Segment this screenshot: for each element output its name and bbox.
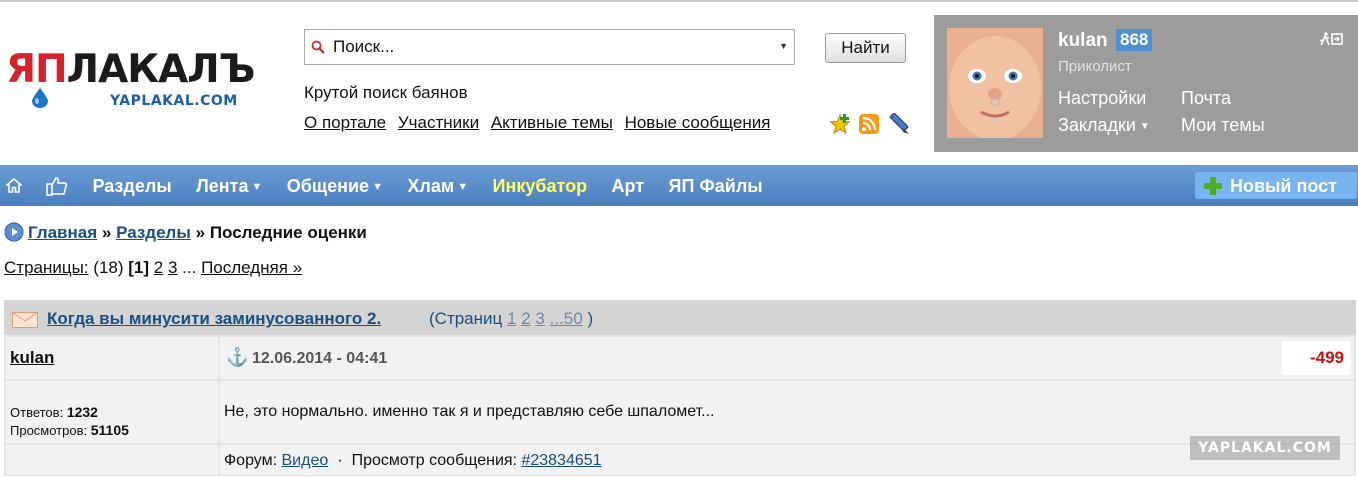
- logo-text: ЯПЛАКАЛЪ: [6, 47, 255, 92]
- logo-drop-icon: [32, 88, 48, 108]
- nav-communication[interactable]: Общение ▼: [287, 165, 383, 206]
- link-members[interactable]: Участники: [398, 113, 479, 132]
- link-new-messages[interactable]: Новые сообщения: [625, 113, 771, 132]
- top-links: О портале Участники Активные темы Новые …: [304, 113, 786, 137]
- nav-feed[interactable]: Лента ▼: [196, 165, 262, 206]
- anchor-icon[interactable]: ⚓: [226, 347, 248, 368]
- nav-art[interactable]: Арт: [612, 165, 645, 206]
- author-cell: kulan: [6, 337, 218, 379]
- footer-left: [6, 445, 218, 475]
- search-button[interactable]: Найти: [825, 33, 906, 63]
- search-input[interactable]: [333, 37, 773, 57]
- nav-junk[interactable]: Хлам ▼: [407, 165, 468, 206]
- search-slogan: Крутой поиск баянов: [304, 83, 468, 102]
- footer-separator: ·: [337, 452, 343, 469]
- rss-icon[interactable]: [859, 114, 880, 139]
- link-about[interactable]: О портале: [304, 113, 386, 132]
- watermark: YAPLAKAL.COM: [1190, 436, 1340, 460]
- site-logo[interactable]: ЯПЛАКАЛЪ YAPLAKAL.COM: [6, 48, 276, 118]
- avatar[interactable]: [947, 28, 1043, 138]
- chevron-down-icon: ▼: [457, 181, 469, 193]
- topic-page-2[interactable]: 2: [521, 309, 530, 328]
- karma-badge: 868: [1116, 29, 1153, 51]
- replies-stat: Ответов: 1232: [10, 404, 98, 420]
- topic-page-3[interactable]: 3: [535, 309, 544, 328]
- page-2[interactable]: 2: [154, 258, 163, 277]
- post-footer: Форум: Видео · Просмотр сообщения: #238346…: [220, 445, 1354, 475]
- envelope-icon: [12, 312, 38, 328]
- breadcrumb: Главная » Разделы » Последние оценки: [4, 222, 367, 243]
- breadcrumb-separator: »: [195, 223, 206, 242]
- page-3[interactable]: 3: [168, 258, 177, 277]
- settings-link[interactable]: Настройки: [1058, 88, 1146, 109]
- breadcrumb-home[interactable]: Главная: [28, 223, 97, 242]
- post-author[interactable]: kulan: [10, 348, 54, 368]
- last-page[interactable]: Последняя »: [201, 258, 302, 277]
- user-rank: Приколист: [1058, 58, 1132, 75]
- post-text: Не, это нормально. именно так я и предст…: [224, 403, 715, 420]
- forum-link[interactable]: Видео: [282, 452, 329, 469]
- current-page: [1]: [128, 258, 150, 277]
- view-message-label: Просмотр сообщения:: [351, 452, 517, 469]
- chevron-down-icon: ▼: [251, 181, 263, 193]
- new-post-button[interactable]: Новый пост: [1195, 172, 1357, 199]
- breadcrumb-current: Последние оценки: [209, 223, 367, 242]
- post-rating: -499: [1282, 341, 1350, 375]
- topic-title-link[interactable]: Когда вы минусити заминусованного 2.: [47, 300, 381, 338]
- pagination: Страницы: (18) [1] 2 3 ... Последняя »: [4, 258, 302, 278]
- topic-page-1[interactable]: 1: [507, 309, 516, 328]
- nav-sections[interactable]: Разделы: [92, 165, 171, 206]
- pages-count: (18): [93, 258, 124, 277]
- search-field[interactable]: ▼: [304, 29, 795, 65]
- topic-page-last[interactable]: ...50: [550, 309, 583, 328]
- home-icon[interactable]: [6, 178, 22, 193]
- post-meta: ⚓ 12.06.2014 - 04:41 -499: [220, 337, 1354, 379]
- user-panel: kulan 868 Приколист Настройки Почта Закл…: [934, 15, 1358, 152]
- nav-files[interactable]: ЯП Файлы: [669, 165, 763, 206]
- breadcrumb-sections[interactable]: Разделы: [116, 223, 191, 242]
- views-stat: Просмотров: 51105: [10, 422, 129, 438]
- top-icons: [829, 112, 914, 140]
- top-divider: [0, 0, 1358, 2]
- post-date: 12.06.2014 - 04:41: [252, 350, 388, 367]
- bookmarks-link[interactable]: Закладки ▼: [1058, 115, 1150, 136]
- edit-pencil-icon[interactable]: [888, 112, 910, 140]
- post-table: Когда вы минусити заминусованного 2. (Ст…: [4, 300, 1356, 476]
- pages-label[interactable]: Страницы:: [4, 258, 89, 277]
- author-stats: Ответов: 1232 Просмотров: 51105: [6, 381, 218, 443]
- topic-header: Когда вы минусити заминусованного 2. (Ст…: [4, 300, 1356, 335]
- chevron-down-icon: ▼: [372, 181, 383, 193]
- post-body: Не, это нормально. именно так я и предст…: [220, 381, 1354, 443]
- forum-label: Форум:: [224, 452, 278, 469]
- thumbs-up-icon[interactable]: [46, 176, 68, 196]
- main-nav: Разделы Лента ▼ Общение ▼ Хлам ▼ Инкубатор …: [0, 165, 1358, 206]
- new-post-label: Новый пост: [1230, 176, 1337, 196]
- mail-link[interactable]: Почта: [1181, 88, 1231, 109]
- user-name[interactable]: kulan: [1058, 30, 1108, 52]
- favorite-star-icon[interactable]: [829, 113, 851, 140]
- logo-domain: YAPLAKAL.COM: [110, 93, 238, 109]
- play-circle-icon: [4, 222, 24, 242]
- message-link[interactable]: #23834651: [521, 452, 601, 469]
- logout-icon[interactable]: [1320, 32, 1344, 46]
- breadcrumb-separator: »: [101, 223, 112, 242]
- chevron-down-icon: ▼: [1139, 121, 1150, 132]
- topic-pages: (Страниц 1 2 3 ...50 ): [429, 309, 594, 328]
- plus-icon: [1204, 177, 1222, 195]
- search-icon: [311, 40, 325, 54]
- my-topics-link[interactable]: Мои темы: [1181, 115, 1265, 136]
- pages-ellipsis: ...: [182, 258, 197, 277]
- link-active-topics[interactable]: Активные темы: [491, 113, 613, 132]
- search-dropdown-icon[interactable]: ▼: [779, 41, 788, 51]
- nav-incubator[interactable]: Инкубатор: [493, 165, 588, 206]
